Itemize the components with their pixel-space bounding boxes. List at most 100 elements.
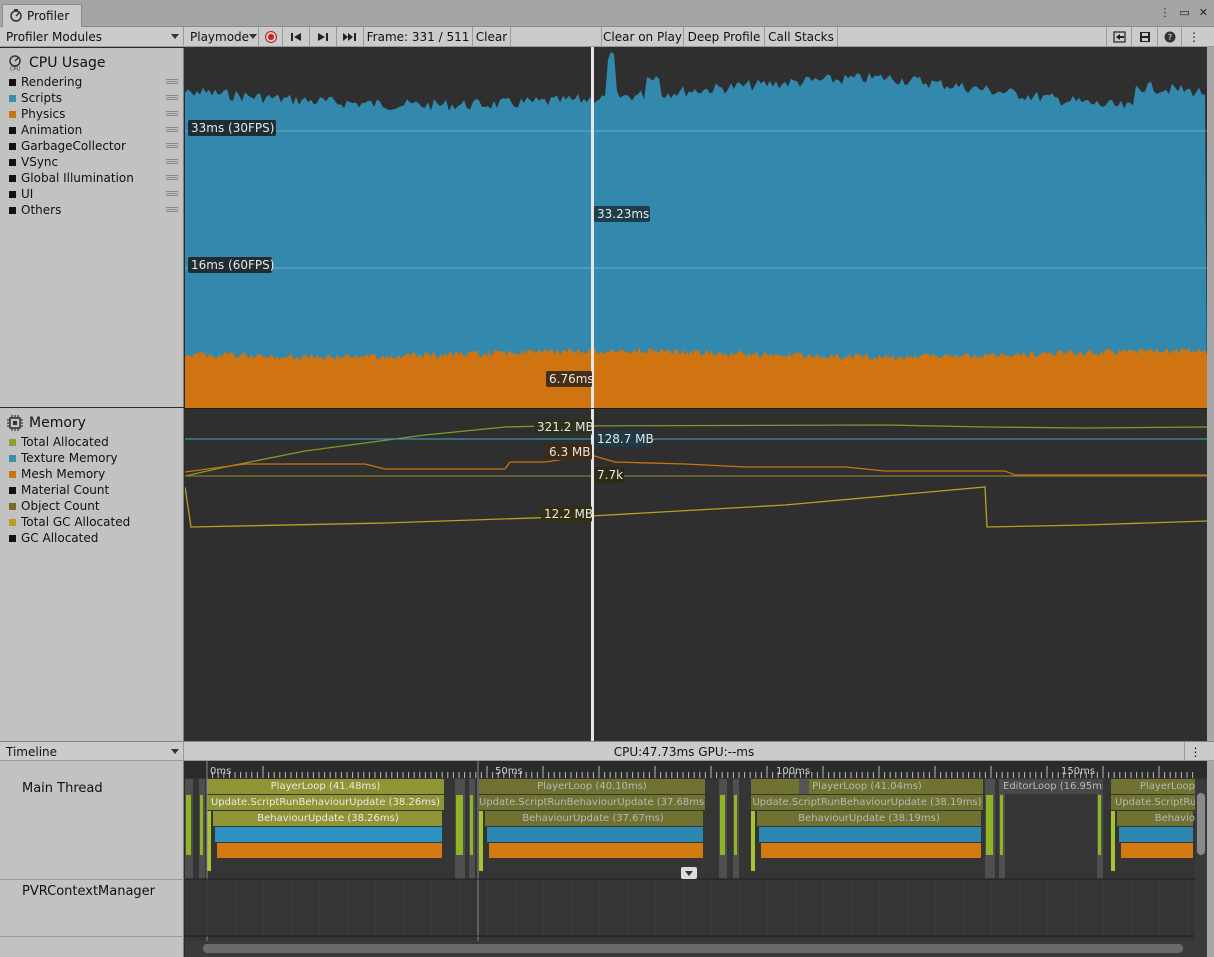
bar-behaviour-update-3[interactable]: BehaviourUpdate (38.19ms)	[757, 811, 981, 826]
legend-label: GC Allocated	[21, 531, 99, 545]
timeline-area[interactable]: 0ms 50ms 100ms 150ms PlayerLoop (41.48ms…	[185, 761, 1207, 957]
bar-behaviour-update-1[interactable]: BehaviourUpdate (38.26ms)	[215, 811, 441, 826]
profiler-modules-dropdown[interactable]: Profiler Modules	[0, 27, 184, 46]
drag-handle-icon[interactable]	[166, 111, 178, 116]
last-frame-button[interactable]	[337, 27, 364, 46]
bar-playerloop-2[interactable]: PlayerLoop (40.10ms)	[479, 779, 705, 794]
more-icon[interactable]: ⋮	[1159, 6, 1170, 19]
thread-main[interactable]: Main Thread	[22, 781, 103, 796]
memory-chart-canvas[interactable]: 321.2 MB 128.7 MB 6.3 MB 7.7k 12.2 MB	[185, 409, 1207, 742]
bar-playerloop-3[interactable]: PlayerLoop (41.04ms)	[751, 779, 983, 794]
legend-label: Scripts	[21, 91, 63, 105]
bar-script-run-update-4[interactable]: Update.ScriptRu	[1115, 795, 1195, 810]
maximize-icon[interactable]: ▭	[1179, 6, 1189, 19]
help-icon: ?	[1164, 31, 1175, 42]
horizontal-scroll-thumb[interactable]	[203, 944, 1183, 953]
save-button[interactable]	[1132, 27, 1158, 46]
deep-profile-toggle[interactable]: Deep Profile	[684, 27, 765, 46]
small-sample-block[interactable]	[200, 795, 203, 855]
small-sample-block[interactable]	[456, 795, 463, 855]
small-sample-block[interactable]	[1000, 795, 1003, 855]
drag-handle-icon[interactable]	[166, 191, 178, 196]
bar-behaviour-update-2[interactable]: BehaviourUpdate (37.67ms)	[483, 811, 703, 826]
legend-item[interactable]: Physics	[9, 106, 183, 122]
scripts-block[interactable]	[487, 827, 703, 842]
next-frame-button[interactable]	[310, 27, 337, 46]
window-right-edge	[1207, 47, 1214, 957]
legend-item[interactable]: GC Allocated	[9, 530, 183, 546]
drag-handle-icon[interactable]	[166, 79, 178, 84]
view-mode-dropdown[interactable]: Timeline	[0, 742, 184, 761]
bar-playerloop-4[interactable]: PlayerLoop	[1115, 779, 1195, 794]
call-stacks-toggle[interactable]: Call Stacks	[765, 27, 838, 46]
legend-item[interactable]: GarbageCollector	[9, 138, 183, 154]
small-sample-block[interactable]	[986, 795, 993, 855]
drag-handle-icon[interactable]	[166, 207, 178, 212]
bar-script-run-update-3[interactable]: Update.ScriptRunBehaviourUpdate (38.19ms…	[751, 795, 983, 810]
small-sample-block[interactable]	[720, 795, 725, 855]
timeline-ruler-bg	[185, 761, 1207, 778]
timeline-more-button[interactable]: ⋮	[1184, 742, 1206, 761]
legend-item[interactable]: Others	[9, 202, 183, 218]
legend-item[interactable]: Object Count	[9, 498, 183, 514]
legend-item[interactable]: Total GC Allocated	[9, 514, 183, 530]
frame-cursor[interactable]	[591, 47, 594, 408]
legend-item[interactable]: VSync	[9, 154, 183, 170]
memory-chart[interactable]: 321.2 MB 128.7 MB 6.3 MB 7.7k 12.2 MB	[185, 408, 1207, 742]
legend-item[interactable]: Global Illumination	[9, 170, 183, 186]
physics-block[interactable]	[489, 843, 703, 858]
cpu-chart-canvas[interactable]: 33ms (30FPS) 16ms (60FPS) 33.23ms 6.76ms	[185, 47, 1207, 408]
legend-item[interactable]: Rendering	[9, 74, 183, 90]
playmode-dropdown[interactable]: Playmode	[184, 27, 259, 46]
physics-block[interactable]	[1121, 843, 1193, 858]
small-sample-block[interactable]	[734, 795, 737, 855]
close-icon[interactable]: ✕	[1199, 6, 1208, 19]
legend-item[interactable]: Mesh Memory	[9, 466, 183, 482]
legend-item[interactable]: Scripts	[9, 90, 183, 106]
record-button[interactable]	[259, 27, 283, 46]
load-button[interactable]	[1106, 27, 1132, 46]
scripts-block[interactable]	[1119, 827, 1193, 842]
help-button[interactable]: ?	[1158, 27, 1182, 46]
small-sample-block[interactable]	[1098, 795, 1101, 855]
small-sample-block[interactable]	[751, 811, 755, 871]
vertical-scroll-thumb[interactable]	[1197, 793, 1205, 855]
small-sample-block[interactable]	[1111, 811, 1115, 871]
scripts-block[interactable]	[759, 827, 981, 842]
cpu-usage-chart[interactable]: 33ms (30FPS) 16ms (60FPS) 33.23ms 6.76ms	[185, 47, 1207, 408]
legend-item[interactable]: Texture Memory	[9, 450, 183, 466]
memory-module-panel[interactable]: Memory Total Allocated Texture Memory Mesh…	[0, 408, 184, 741]
small-sample-block[interactable]	[186, 795, 191, 855]
drag-handle-icon[interactable]	[166, 127, 178, 132]
first-frame-button[interactable]	[283, 27, 310, 46]
bar-behaviour-update-4[interactable]: Behavio	[1117, 811, 1195, 826]
legend-item[interactable]: Total Allocated	[9, 434, 183, 450]
legend-item[interactable]: Animation	[9, 122, 183, 138]
drag-handle-icon[interactable]	[166, 95, 178, 100]
main-thread-blocks[interactable]	[185, 779, 1195, 879]
small-sample-block[interactable]	[207, 811, 211, 871]
bar-script-run-update-1[interactable]: Update.ScriptRunBehaviourUpdate (38.26ms…	[209, 795, 442, 810]
clear-button[interactable]: Clear	[473, 27, 511, 46]
bar-playerloop-1[interactable]: PlayerLoop (41.48ms)	[209, 779, 442, 794]
legend-item[interactable]: UI	[9, 186, 183, 202]
bar-editorloop[interactable]: EditorLoop (16.95ms)	[1003, 779, 1103, 794]
legend-item[interactable]: Material Count	[9, 482, 183, 498]
physics-block[interactable]	[761, 843, 981, 858]
cpu-module-panel[interactable]: CPU CPU Usage Rendering Scripts Physics Ani…	[0, 48, 184, 407]
gc-allocated-value: 12.2 MB	[544, 507, 593, 521]
profiler-tab[interactable]: Profiler	[2, 4, 82, 27]
bar-script-run-update-2[interactable]: Update.ScriptRunBehaviourUpdate (37.68ms…	[479, 795, 705, 810]
toolbar-more-button[interactable]: ⋮	[1182, 27, 1206, 46]
drag-handle-icon[interactable]	[166, 143, 178, 148]
small-sample-block[interactable]	[470, 795, 473, 855]
physics-block[interactable]	[217, 843, 442, 858]
legend-label: GarbageCollector	[21, 139, 126, 153]
drag-handle-icon[interactable]	[166, 159, 178, 164]
scripts-block[interactable]	[215, 827, 442, 842]
legend-label: Mesh Memory	[21, 467, 106, 481]
clear-on-play-toggle[interactable]: Clear on Play	[602, 27, 684, 46]
cpu-icon: CPU	[9, 55, 21, 71]
thread-pvr-context-manager[interactable]: PVRContextManager	[22, 884, 155, 899]
drag-handle-icon[interactable]	[166, 175, 178, 180]
